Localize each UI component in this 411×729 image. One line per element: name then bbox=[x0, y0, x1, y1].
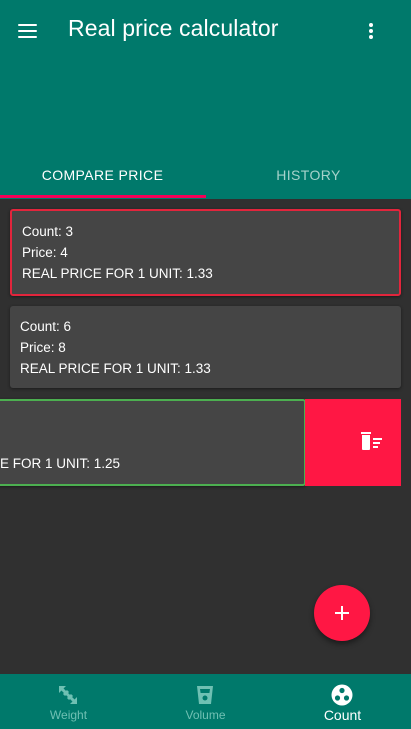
tab-indicator bbox=[0, 195, 206, 198]
bottom-navigation: Weight Volume Count bbox=[0, 674, 411, 729]
count-dots-icon bbox=[331, 684, 353, 706]
hamburger-menu-icon[interactable] bbox=[12, 14, 44, 46]
tab-history[interactable]: HISTORY bbox=[206, 150, 411, 199]
nav-item-weight[interactable]: Weight bbox=[0, 674, 137, 729]
nav-label-weight: Weight bbox=[49, 708, 88, 722]
more-vert-icon[interactable] bbox=[358, 16, 384, 46]
card-count: Count: 3 bbox=[22, 224, 74, 239]
nav-label-count: Count bbox=[323, 707, 362, 723]
add-fab-button[interactable] bbox=[314, 585, 370, 641]
card-real-price: REAL PRICE FOR 1 UNIT: 1.33 bbox=[22, 266, 213, 281]
card-price: Price: 8 bbox=[20, 340, 66, 355]
cup-icon bbox=[197, 686, 213, 704]
price-card-swiped[interactable]: E FOR 1 UNIT: 1.25 bbox=[0, 399, 306, 486]
nav-label-volume: Volume bbox=[185, 708, 226, 722]
weight-arrows-icon bbox=[58, 685, 78, 705]
swipe-delete-action[interactable] bbox=[305, 399, 401, 486]
page-title: Real price calculator bbox=[68, 15, 279, 41]
app-bar: Real price calculator COMPARE PRICE HIST… bbox=[0, 0, 411, 199]
tab-compare-price[interactable]: COMPARE PRICE bbox=[0, 150, 205, 199]
price-card[interactable]: Count: 3 Price: 4 REAL PRICE FOR 1 UNIT:… bbox=[10, 209, 401, 296]
nav-item-volume[interactable]: Volume bbox=[137, 674, 274, 729]
plus-icon-vertical bbox=[341, 606, 343, 620]
delete-sweep-icon bbox=[361, 432, 382, 450]
card-price: Price: 4 bbox=[22, 245, 68, 260]
card-count: Count: 6 bbox=[20, 319, 72, 334]
nav-item-count[interactable]: Count bbox=[274, 674, 411, 729]
card-real-price: E FOR 1 UNIT: 1.25 bbox=[0, 456, 121, 471]
price-card[interactable]: Count: 6 Price: 8 REAL PRICE FOR 1 UNIT:… bbox=[10, 306, 401, 388]
card-real-price: REAL PRICE FOR 1 UNIT: 1.33 bbox=[20, 361, 211, 376]
